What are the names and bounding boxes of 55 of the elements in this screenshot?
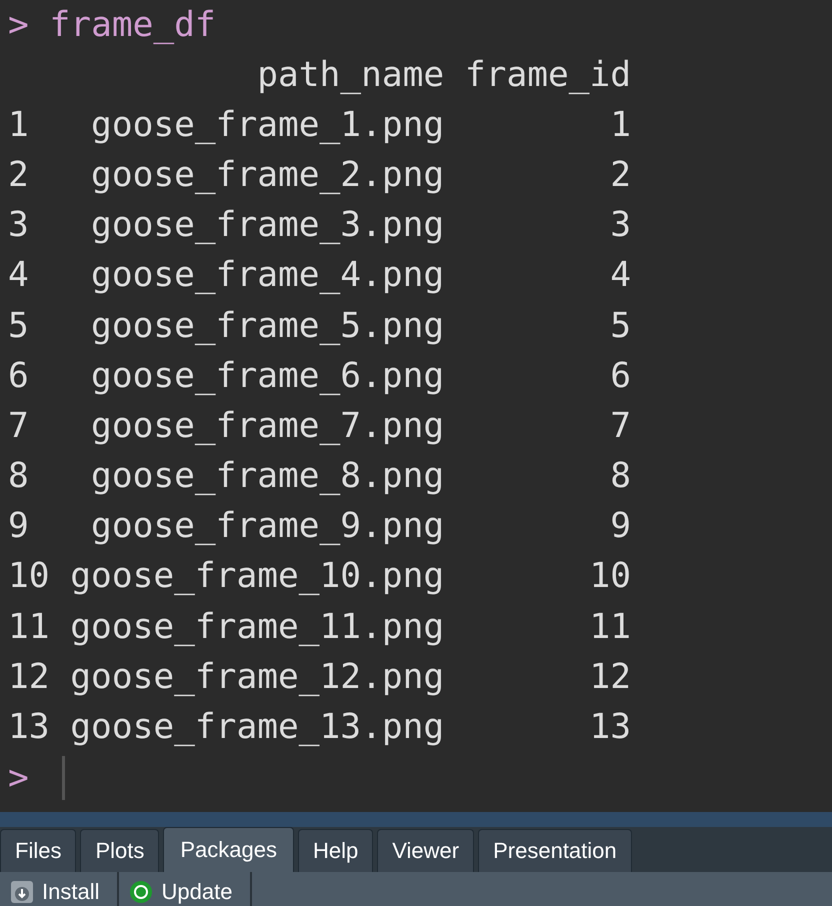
- row-index: 12: [8, 656, 50, 698]
- table-cell: goose_frame_4.png: [91, 255, 444, 297]
- row-index: 2: [8, 154, 29, 196]
- table-cell: goose_frame_6.png: [91, 356, 444, 398]
- row-index: 8: [8, 456, 29, 498]
- command-text: frame_df: [50, 4, 216, 48]
- pane-tab[interactable]: Packages: [163, 827, 294, 872]
- refresh-icon: [129, 880, 154, 904]
- pane-tab[interactable]: Files: [0, 829, 76, 872]
- table-cell: 3: [610, 205, 632, 247]
- table-cell: 11: [590, 606, 632, 648]
- row-index: 9: [8, 506, 29, 548]
- text-cursor: [62, 756, 65, 800]
- table-cell: 2: [610, 154, 632, 196]
- table-cell: goose_frame_2.png: [91, 154, 444, 196]
- row-index: 3: [8, 205, 29, 247]
- row-index: 4: [8, 255, 29, 297]
- row-index: 13: [8, 707, 50, 748]
- table-cell: goose_frame_7.png: [91, 406, 444, 448]
- row-index: 1: [8, 104, 29, 146]
- table-cell: goose_frame_13.png: [70, 707, 444, 748]
- column-header: path_name: [257, 54, 444, 96]
- pane-tab[interactable]: Help: [298, 829, 374, 872]
- row-index: 11: [8, 606, 50, 648]
- download-icon: [10, 880, 34, 904]
- table-cell: goose_frame_1.png: [91, 104, 444, 146]
- toolbar-button[interactable]: Update: [119, 872, 252, 906]
- toolbar-button[interactable]: Install: [0, 872, 120, 906]
- table-cell: goose_frame_8.png: [91, 456, 444, 498]
- table-cell: goose_frame_3.png: [91, 205, 444, 247]
- table-cell: 8: [610, 456, 632, 498]
- pane-tab[interactable]: Viewer: [377, 829, 474, 872]
- table-cell: goose_frame_11.png: [70, 606, 444, 648]
- row-index: 5: [8, 306, 29, 347]
- pane-tab[interactable]: Presentation: [478, 829, 632, 872]
- row-index: 10: [8, 556, 50, 598]
- table-cell: 1: [610, 104, 632, 146]
- table-cell: 4: [610, 255, 632, 297]
- column-header: frame_id: [464, 54, 632, 96]
- row-index: 7: [8, 406, 29, 448]
- table-cell: 7: [610, 406, 632, 448]
- row-index: 6: [8, 356, 29, 398]
- table-cell: goose_frame_9.png: [91, 506, 444, 548]
- table-cell: goose_frame_12.png: [70, 656, 444, 698]
- table-cell: 13: [590, 707, 632, 748]
- table-cell: 12: [590, 656, 632, 698]
- pane-tab[interactable]: Plots: [80, 829, 160, 872]
- table-cell: 10: [590, 556, 632, 598]
- table-cell: 9: [610, 506, 632, 548]
- table-cell: goose_frame_5.png: [91, 306, 444, 347]
- prompt-symbol: >: [8, 756, 30, 800]
- prompt-symbol: >: [8, 4, 30, 48]
- table-cell: 6: [610, 356, 632, 398]
- table-cell: 5: [610, 306, 632, 347]
- table-cell: goose_frame_10.png: [70, 556, 444, 598]
